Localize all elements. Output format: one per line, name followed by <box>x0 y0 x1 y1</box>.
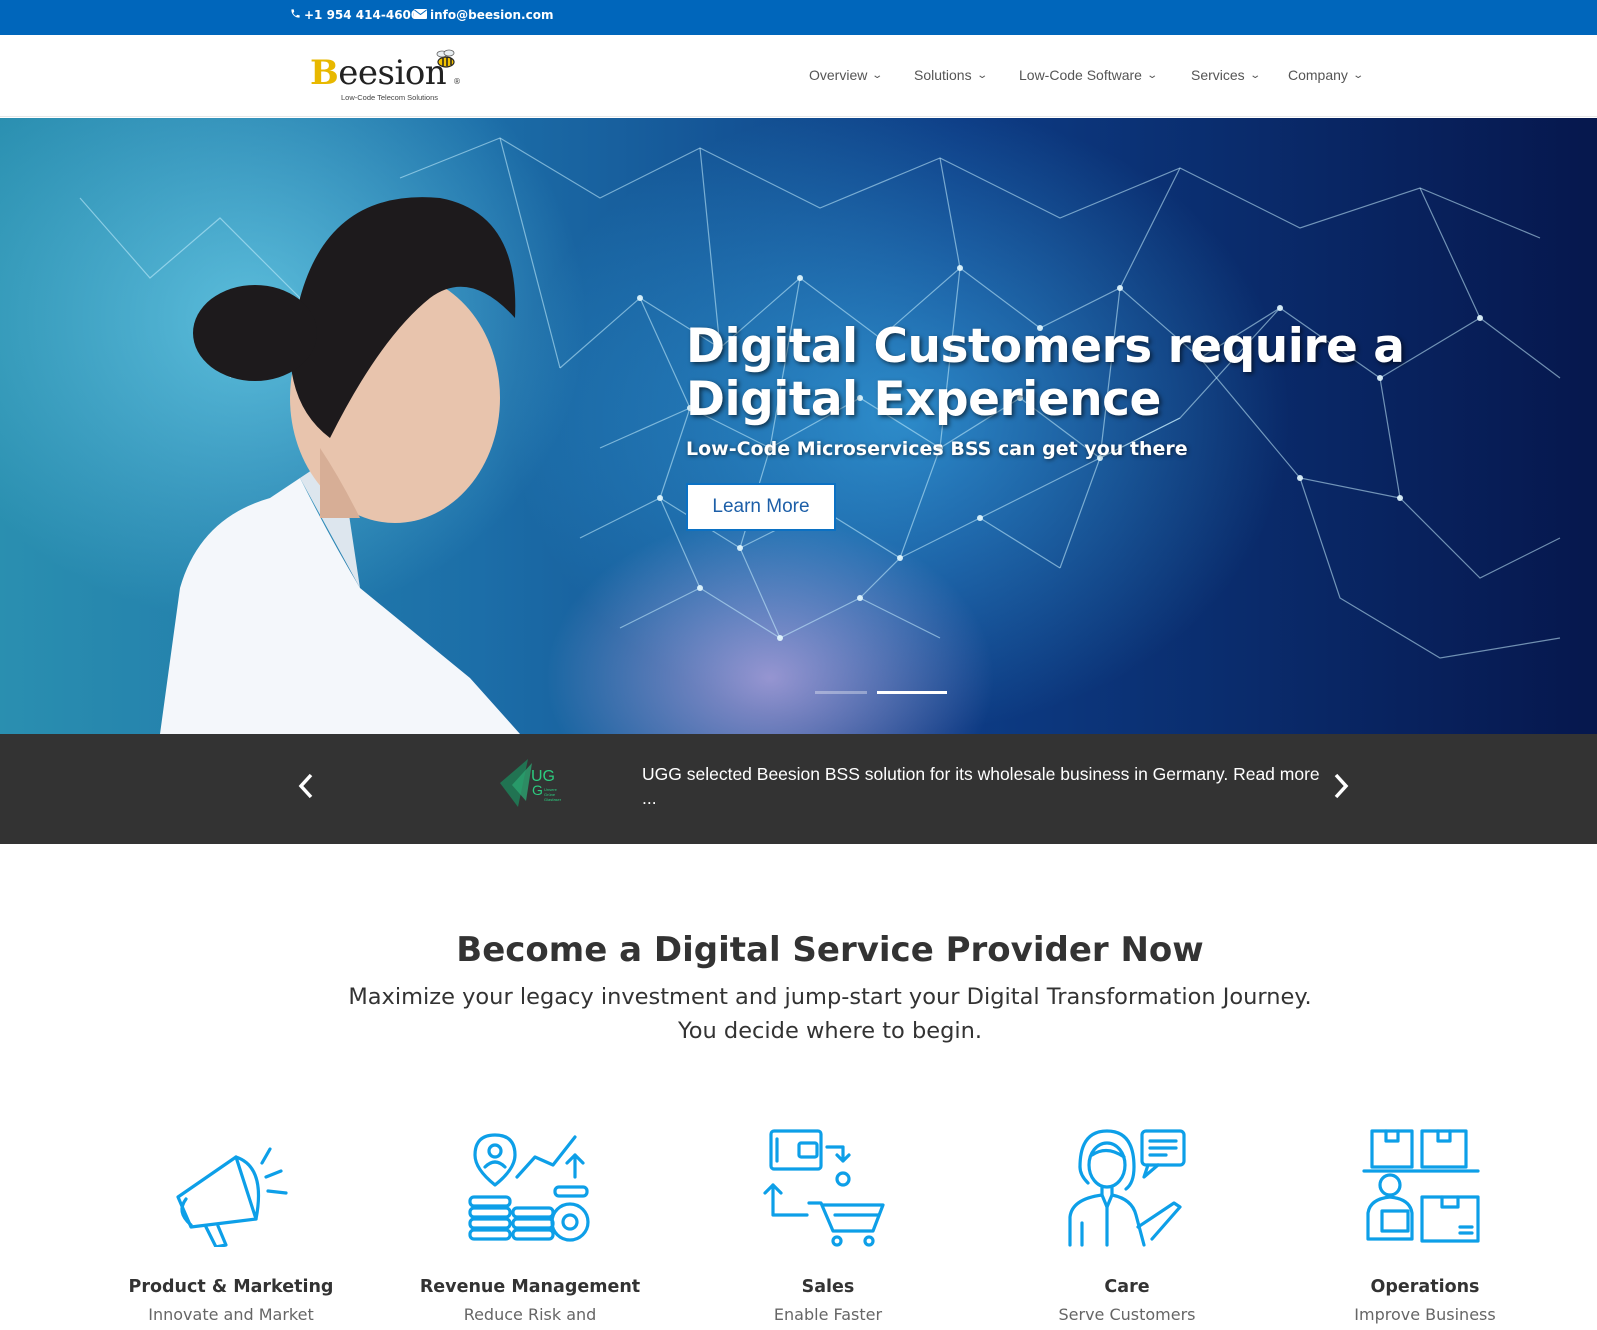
chevron-down-icon: ⌄ <box>871 69 884 81</box>
chevron-left-icon <box>298 773 313 799</box>
registered-mark: ® <box>453 77 461 86</box>
feature-title: Operations <box>1370 1277 1480 1297</box>
site-header: Beesion ® Low-Code Telecom Solutions Ove… <box>0 35 1597 117</box>
nav-label: Services <box>1191 67 1245 83</box>
bee-icon <box>436 49 455 68</box>
hero-slider: Digital Customers require a Digital Expe… <box>0 118 1597 734</box>
phone-link[interactable]: +1 954 414-4600 <box>290 8 419 22</box>
news-carousel: UG G Unsere Grüne Glasfaser UGG selected… <box>0 734 1597 844</box>
shopping-cart-icon <box>763 1129 885 1247</box>
section-subtitle-line2: You decide where to begin. <box>677 1018 983 1044</box>
nav-overview[interactable]: Overview ⌄ <box>809 67 884 83</box>
megaphone-icon <box>176 1147 288 1247</box>
nav-low-code-software[interactable]: Low-Code Software ⌄ <box>1019 67 1159 83</box>
ugg-logo-mark: UG G Unsere Grüne Glasfaser <box>500 759 562 807</box>
nav-label: Overview <box>809 67 868 83</box>
carousel-next-button[interactable] <box>1330 769 1354 805</box>
news-text[interactable]: UGG selected Beesion BSS solution for it… <box>642 762 1322 810</box>
svg-text:G: G <box>532 782 543 798</box>
feature-care[interactable]: Care Serve Customers <box>1002 1127 1252 1324</box>
nav-services[interactable]: Services ⌄ <box>1191 67 1261 83</box>
slider-dot[interactable] <box>815 691 867 694</box>
feature-desc: Improve Business <box>1354 1305 1496 1324</box>
feature-sales[interactable]: Sales Enable Faster <box>703 1127 953 1324</box>
chevron-down-icon: ⌄ <box>1146 69 1159 81</box>
nav-label: Low-Code Software <box>1019 67 1142 83</box>
ugg-logo: UG G Unsere Grüne Glasfaser <box>498 757 573 809</box>
email-link[interactable]: info@beesion.com <box>414 8 553 22</box>
chevron-right-icon <box>1334 773 1349 799</box>
nav-company[interactable]: Company ⌄ <box>1288 67 1364 83</box>
learn-more-button[interactable]: Learn More <box>686 483 836 531</box>
slider-dot-active[interactable] <box>877 691 947 694</box>
nav-label: Solutions <box>914 67 972 83</box>
revenue-coins-icon <box>468 1133 590 1242</box>
envelope-icon <box>414 8 427 22</box>
hero-subtitle: Low-Code Microservices BSS can get you t… <box>686 438 1188 460</box>
hero-title: Digital Customers require a Digital Expe… <box>686 319 1405 427</box>
section-subtitle: Maximize your legacy investment and jump… <box>0 980 1597 1048</box>
logo-tagline: Low-Code Telecom Solutions <box>341 93 438 102</box>
phone-icon <box>290 8 301 22</box>
carousel-prev-button[interactable] <box>295 769 319 805</box>
feature-title: Sales <box>801 1277 855 1297</box>
feature-desc: Serve Customers <box>1058 1305 1196 1324</box>
svg-text:Glasfaser: Glasfaser <box>544 797 562 802</box>
customer-agent-icon <box>1068 1129 1186 1247</box>
site-logo[interactable]: Beesion ® Low-Code Telecom Solutions <box>310 49 470 105</box>
feature-title: Product & Marketing <box>128 1277 334 1297</box>
feature-title: Care <box>1104 1277 1150 1297</box>
feature-desc: Enable Faster <box>773 1305 883 1324</box>
email-text: info@beesion.com <box>430 8 554 22</box>
feature-revenue-management[interactable]: Revenue Management Reduce Risk and <box>405 1127 655 1324</box>
chevron-down-icon: ⌄ <box>1249 69 1261 81</box>
chevron-down-icon: ⌄ <box>975 69 988 81</box>
woman-figure <box>160 197 520 734</box>
chevron-down-icon: ⌄ <box>1352 69 1364 81</box>
warehouse-boxes-icon <box>1362 1129 1480 1243</box>
phone-text: +1 954 414-4600 <box>304 8 420 22</box>
feature-desc: Innovate and Market <box>148 1305 314 1324</box>
top-bar: +1 954 414-4600 info@beesion.com <box>0 0 1597 35</box>
nav-solutions[interactable]: Solutions ⌄ <box>914 67 988 83</box>
feature-title: Revenue Management <box>419 1277 641 1297</box>
feature-operations[interactable]: Operations Improve Business <box>1300 1127 1550 1324</box>
section-subtitle-line1: Maximize your legacy investment and jump… <box>348 984 1312 1010</box>
nav-label: Company <box>1288 67 1348 83</box>
logo-wordmark: Beesion <box>310 53 447 93</box>
section-title: Become a Digital Service Provider Now <box>456 930 1204 970</box>
feature-product-marketing[interactable]: Product & Marketing Innovate and Market <box>106 1127 356 1324</box>
feature-desc: Reduce Risk and <box>463 1305 597 1324</box>
